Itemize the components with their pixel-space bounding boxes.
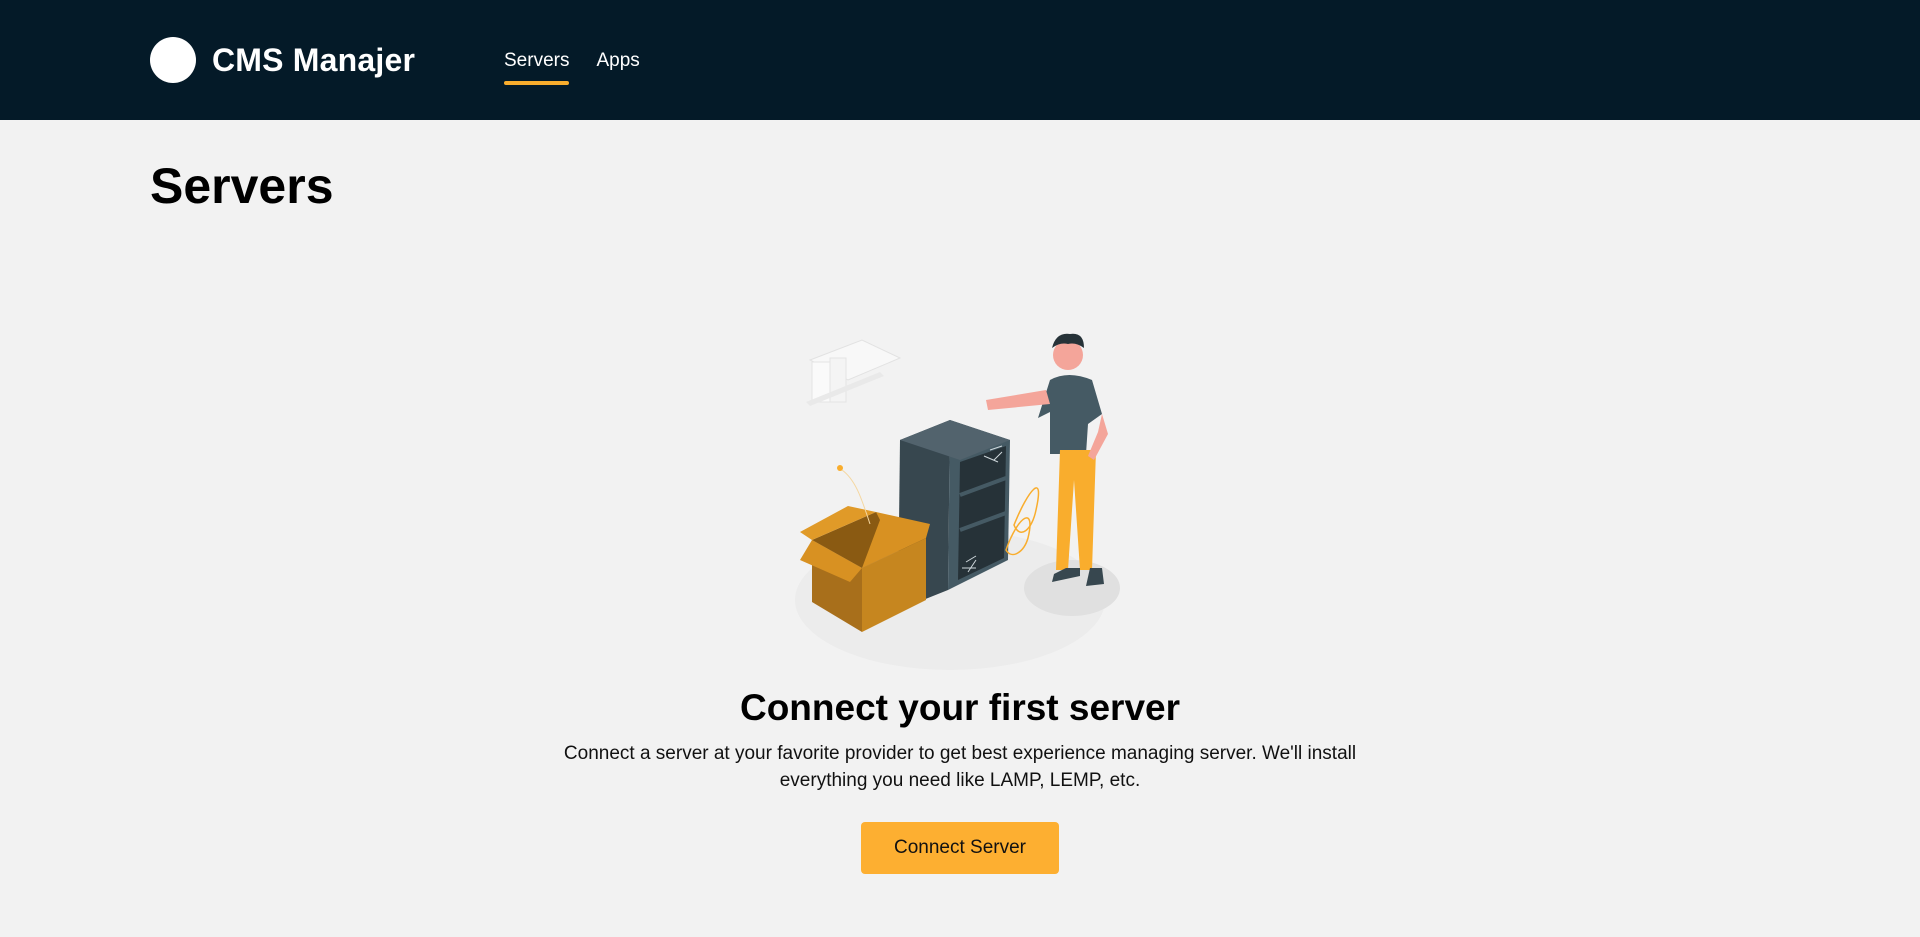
wall-shelf-books [806, 339, 902, 406]
logo-circle [150, 37, 196, 83]
empty-state-description: Connect a server at your favorite provid… [563, 743, 1357, 791]
connect-server-button[interactable]: Connect Server [861, 822, 1059, 874]
app-name: CMS Manajer [212, 42, 416, 78]
page-title: Servers [150, 158, 334, 214]
nav-item-apps[interactable]: Apps [596, 48, 639, 84]
empty-servers-illustration [795, 333, 1120, 670]
top-navbar: CMS Manajer Servers Apps [0, 0, 1920, 120]
nav-item-servers[interactable]: Servers [504, 48, 570, 85]
empty-state-heading: Connect your first server [739, 687, 1181, 728]
main-nav: Servers Apps [504, 48, 667, 85]
brand[interactable]: CMS Manajer [150, 37, 415, 83]
